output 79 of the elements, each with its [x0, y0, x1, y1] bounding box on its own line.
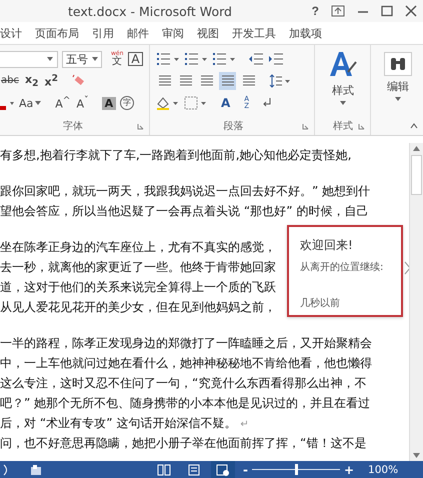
window-title: text.docx - Microsoft Word	[68, 4, 232, 18]
group-label: 字体	[63, 120, 83, 133]
superscript-button[interactable]: x$^{2}$	[43, 74, 59, 88]
dialog-launcher-icon[interactable]	[137, 123, 144, 130]
grow-font-button[interactable]: A$^{^}$	[54, 96, 72, 110]
resume-popup[interactable]: 欢迎回来! 从离开的位置继续: 几秒以前	[287, 225, 403, 317]
binoculars-icon[interactable]	[384, 52, 412, 76]
web-layout-icon[interactable]	[216, 464, 230, 476]
caret-icon[interactable]	[47, 57, 53, 61]
character-border-button[interactable]: A	[128, 52, 143, 66]
maximize-icon[interactable]	[381, 5, 393, 17]
font-size-dropdown[interactable]: 五号	[62, 50, 102, 68]
increase-indent-icon[interactable]	[268, 52, 284, 66]
text-line: 这么专注，这时又忍不住问了一句，“究竟什么东西看得那么出神，不	[0, 376, 366, 390]
list-icon[interactable]	[212, 52, 236, 66]
text-line: 道，这对于他们的关系来说完全算得上一个质的飞跃	[0, 280, 276, 294]
text-line: 后，对 “术业有专攻” 这句话开始深信不疑。	[0, 416, 236, 430]
ribbon-tab[interactable]: 页面布局	[35, 24, 79, 42]
styles-button[interactable]: 样式	[328, 48, 358, 107]
text-line: 去一秒，就离他的家更近了一些。他终于肯带她回家	[0, 260, 276, 274]
text-line: 问，也不好意思再隐瞒，她把小册子举在他面前挥了挥，“错！这不是	[0, 436, 366, 450]
text-line: 望他会答应，所以当他迟疑了一会再点着头说 “那也好” 的时候，自己	[0, 204, 368, 218]
popup-title: 欢迎回来!	[300, 237, 354, 254]
list-icon[interactable]	[156, 52, 180, 66]
text-line: 中，一上车他就问过她在看什么，她神神秘秘地不肯给他看，他也懒得	[0, 356, 372, 370]
text-line: 从见人爱花见花开的美少女，但在见到他妈妈之前，	[0, 300, 276, 314]
read-mode-icon[interactable]	[157, 464, 171, 476]
text-line: 一半的路程，陈孝正发现身边的郑微打了一阵瞌睡之后，又开始聚精会	[0, 336, 372, 350]
zoom-out-button[interactable]: -	[243, 462, 248, 476]
list-icon[interactable]	[184, 52, 208, 66]
caret-icon[interactable]	[92, 57, 98, 61]
scroll-thumb[interactable]	[411, 155, 422, 195]
change-case-button[interactable]: Aa	[18, 98, 42, 108]
help-button[interactable]: ?	[312, 4, 319, 18]
subscript-button[interactable]: x$_{2}$	[24, 74, 40, 88]
caret-icon[interactable]	[340, 101, 346, 105]
collapse-ribbon-icon[interactable]	[410, 123, 418, 129]
text-line: 吧？” 她那个无所不包、随身携带的小本本他是见识过的，并且在看过	[0, 396, 370, 410]
decrease-indent-icon[interactable]	[248, 52, 264, 66]
popup-time: 几秒以前	[300, 296, 341, 310]
paragraph-mark: ↵	[240, 419, 249, 430]
ribbon-tab[interactable]: 邮件	[127, 24, 149, 42]
scroll-up-icon[interactable]	[413, 146, 420, 151]
chevron-right-icon[interactable]	[404, 261, 409, 275]
strikethrough-button[interactable]: abc	[0, 76, 20, 86]
ribbon-display-icon[interactable]	[331, 5, 345, 17]
caret-icon[interactable]	[35, 101, 42, 105]
print-layout-icon[interactable]	[187, 464, 201, 476]
enclose-characters-button[interactable]: 字	[120, 96, 134, 110]
borders-icon[interactable]	[184, 96, 208, 110]
alignment-button[interactable]	[219, 72, 236, 90]
ribbon-tab[interactable]: 审阅	[162, 24, 184, 42]
editing-button[interactable]: 编辑	[384, 48, 412, 103]
ribbon-tab[interactable]: 设计	[0, 24, 22, 42]
close-icon[interactable]	[405, 5, 417, 17]
ribbon-tab[interactable]: 视图	[197, 24, 219, 42]
popup-message: 从离开的位置继续:	[300, 260, 384, 274]
text-line: 坐在陈孝正身边的汽车座位上，尤有不真实的感觉，	[0, 240, 276, 254]
zoom-level[interactable]: 100%	[368, 464, 398, 476]
shrink-font-button[interactable]: A$^{ˇ}$	[75, 96, 90, 110]
text-line: 有多想,抱着行李就下了车,一路跑着到他面前,她心知他必定责怪她,	[0, 148, 352, 162]
dialog-launcher-icon[interactable]	[302, 123, 309, 130]
character-shading-button[interactable]: A	[102, 96, 116, 110]
ribbon-tab[interactable]: 引用	[92, 24, 114, 42]
ribbon-tab[interactable]: 加载项	[289, 24, 322, 42]
zoom-in-button[interactable]: +	[344, 462, 354, 476]
paragraph-mark-icon[interactable]	[262, 97, 272, 109]
dialog-launcher-icon[interactable]	[358, 123, 365, 130]
ribbon-tab[interactable]: 开发工具	[232, 24, 276, 42]
shading-icon[interactable]	[156, 96, 180, 110]
asian-layout-button[interactable]: A	[220, 97, 232, 109]
text-line: 跟你回家吧，就玩一两天，我跟我妈说迟一点回去好不好。” 她想到什	[0, 184, 370, 198]
scroll-down-icon[interactable]	[413, 453, 420, 458]
caret-icon[interactable]	[395, 97, 401, 101]
line-spacing-icon[interactable]	[269, 74, 291, 88]
vertical-scrollbar[interactable]	[409, 143, 423, 461]
group-label: 段落	[224, 120, 244, 133]
group-label: 样式	[333, 120, 353, 133]
macro-icon[interactable]	[30, 464, 42, 476]
